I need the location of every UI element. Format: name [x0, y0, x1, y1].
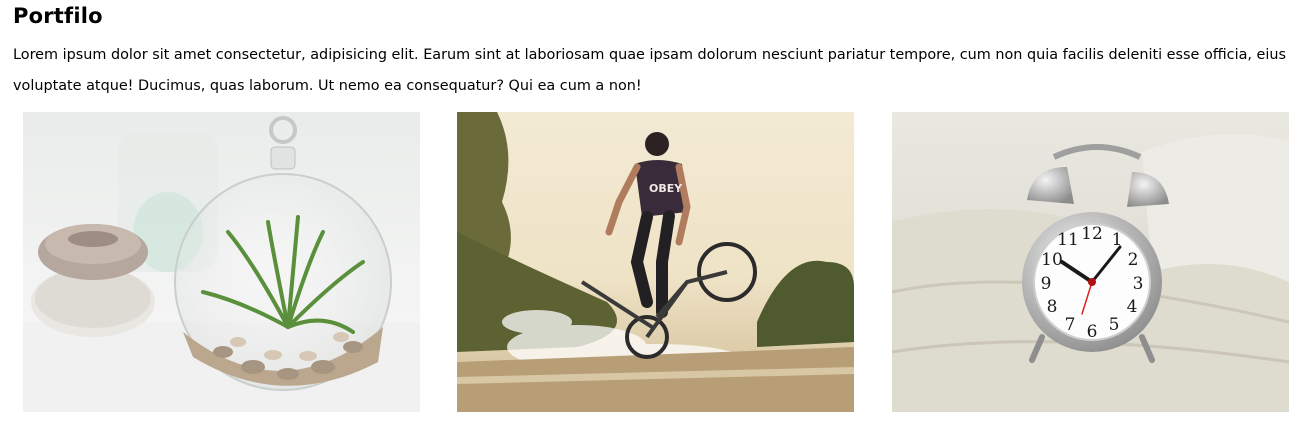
clock-numeral: 12 [1081, 224, 1103, 244]
portfolio-image-alarm-clock[interactable]: 12 1 2 3 4 5 6 7 8 9 10 11 [892, 112, 1289, 412]
clock-numeral: 10 [1041, 250, 1063, 270]
clock-numeral: 9 [1041, 274, 1052, 294]
bmx-photo: OBEY [457, 112, 854, 412]
portfolio-title: Portfilo [13, 4, 103, 28]
clock-numeral: 5 [1109, 315, 1120, 335]
portfolio-section: Portfilo Lorem ipsum dolor sit amet cons… [0, 0, 1302, 430]
portfolio-image-terrarium[interactable] [23, 112, 420, 412]
portfolio-description: Lorem ipsum dolor sit amet consectetur, … [13, 47, 1287, 94]
clock-numeral: 8 [1047, 297, 1058, 317]
clock-numeral: 7 [1065, 315, 1076, 335]
clock-numeral: 6 [1087, 322, 1098, 342]
clock-numeral: 11 [1057, 230, 1079, 250]
clock-numeral: 4 [1127, 297, 1138, 317]
clock-numeral: 3 [1133, 274, 1144, 294]
portfolio-image-bmx[interactable]: OBEY [457, 112, 854, 412]
alarm-clock-photo: 12 1 2 3 4 5 6 7 8 9 10 11 [892, 112, 1289, 412]
clock-numeral: 2 [1128, 250, 1139, 270]
terrarium-photo [23, 112, 420, 412]
shirt-text: OBEY [649, 182, 683, 195]
